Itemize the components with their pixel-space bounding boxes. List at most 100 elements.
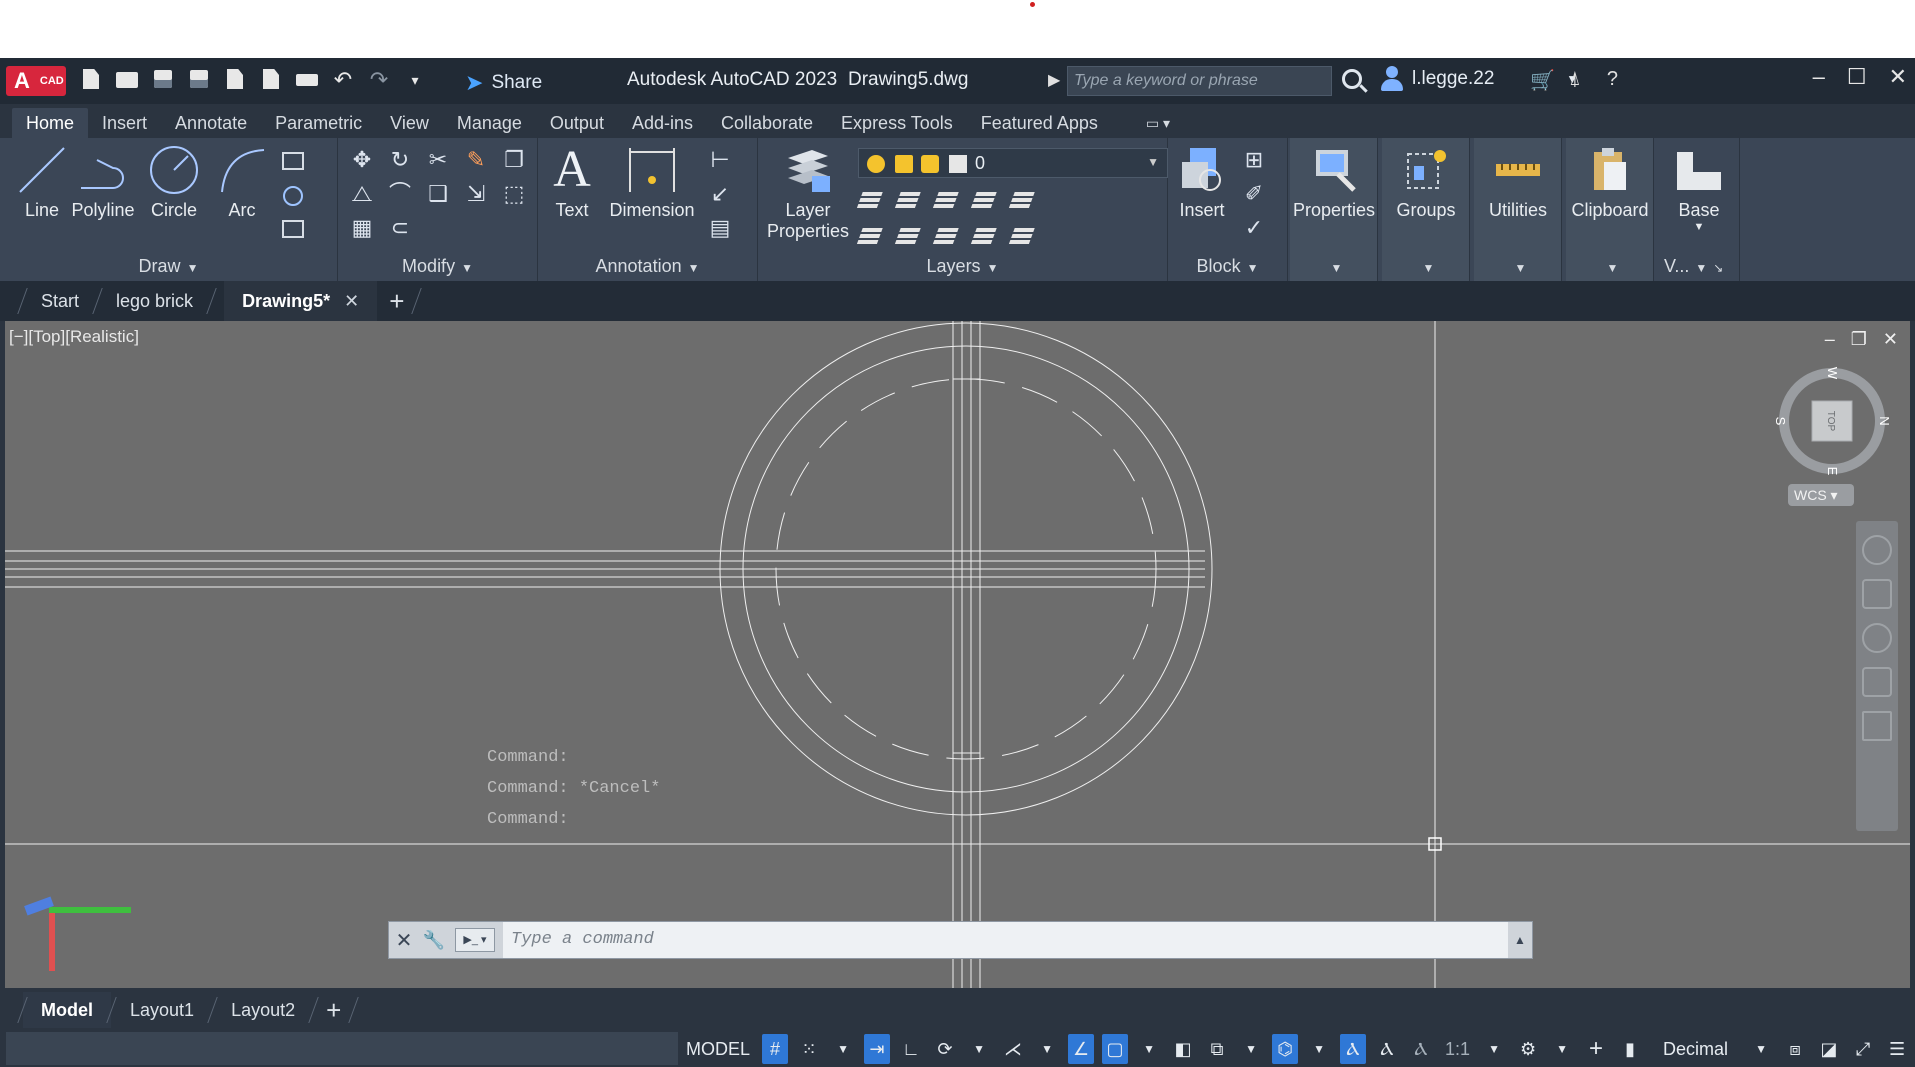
- transparency-icon[interactable]: ⧉: [1204, 1034, 1230, 1064]
- command-input[interactable]: Type a command: [503, 922, 1508, 958]
- properties-dropdown[interactable]: ▼: [1290, 256, 1377, 277]
- isodraft-icon[interactable]: ⋌: [1000, 1034, 1026, 1064]
- polyline-tool[interactable]: Polyline: [70, 144, 136, 221]
- circle-tool[interactable]: Circle: [144, 144, 204, 221]
- command-history-toggle-icon[interactable]: ▲: [1508, 933, 1532, 947]
- layer-properties-tool[interactable]: Layer Properties: [762, 144, 854, 242]
- tab-featured-apps[interactable]: Featured Apps: [967, 108, 1112, 138]
- chevron-down-icon[interactable]: ▼: [1662, 221, 1736, 233]
- help-search-input[interactable]: Type a keyword or phrase: [1067, 66, 1332, 96]
- units-value[interactable]: Decimal: [1651, 1034, 1740, 1064]
- 3d-osnap-icon[interactable]: ⌬: [1272, 1033, 1299, 1064]
- new-file-icon[interactable]: [78, 66, 104, 94]
- object-snap-icon[interactable]: ▢: [1102, 1033, 1129, 1064]
- zoom-extents-icon[interactable]: [1862, 623, 1892, 653]
- create-block-icon[interactable]: ⊞: [1240, 146, 1268, 174]
- app-logo[interactable]: A CAD: [6, 66, 66, 96]
- export-icon[interactable]: [258, 66, 284, 94]
- array-icon[interactable]: ▦: [348, 214, 376, 242]
- base-tool[interactable]: Base ▼: [1662, 144, 1736, 233]
- redo-icon[interactable]: ↷: [366, 66, 392, 94]
- command-customize-icon[interactable]: 🔧: [419, 930, 449, 951]
- units-icon[interactable]: ▮: [1617, 1034, 1643, 1064]
- trim-icon[interactable]: ✂: [424, 146, 452, 174]
- layer-unisolate-icon[interactable]: [896, 222, 924, 250]
- customize-qat-icon[interactable]: ▾: [402, 66, 428, 94]
- viewcube[interactable]: TOP W E N S: [1772, 361, 1892, 481]
- undo-icon[interactable]: ↶: [330, 66, 356, 94]
- modify-panel-title[interactable]: Modify ▼: [338, 256, 537, 277]
- move-icon[interactable]: ✥: [348, 146, 376, 174]
- dimension-tool[interactable]: Dimension: [606, 144, 698, 221]
- snap-icon[interactable]: ⁙: [796, 1034, 822, 1064]
- viewport-controls-label[interactable]: [−][Top][Realistic]: [9, 327, 139, 347]
- tab-output[interactable]: Output: [536, 108, 618, 138]
- save-as-icon[interactable]: [186, 66, 212, 94]
- showmotion-icon[interactable]: [1862, 711, 1892, 741]
- new-tab-button[interactable]: +: [377, 281, 416, 321]
- rotate-icon[interactable]: ↻: [386, 146, 414, 174]
- layer-thaw-icon[interactable]: [934, 222, 962, 250]
- close-icon[interactable]: ✕: [1889, 64, 1907, 90]
- layer-walk-icon[interactable]: [1010, 222, 1038, 250]
- layers-panel-title[interactable]: Layers ▼: [758, 256, 1167, 277]
- layer-off-icon[interactable]: [858, 186, 886, 214]
- open-folder-icon[interactable]: [114, 66, 140, 94]
- layer-on-all-icon[interactable]: [858, 222, 886, 250]
- clipboard-dropdown[interactable]: ▼: [1566, 256, 1653, 277]
- tab-parametric[interactable]: Parametric: [261, 108, 376, 138]
- viewport-close-icon[interactable]: ✕: [1883, 329, 1898, 350]
- layer-lock-tool-icon[interactable]: [972, 186, 1000, 214]
- object-snap-tracking-icon[interactable]: ∠: [1068, 1033, 1095, 1064]
- help-icon[interactable]: ?: [1607, 68, 1618, 93]
- steering-wheel-icon[interactable]: [1862, 535, 1892, 565]
- text-tool[interactable]: A Text: [544, 144, 600, 221]
- command-prompt-icon[interactable]: ▶_ ▾: [455, 928, 495, 952]
- draw-panel-title[interactable]: Draw ▼: [0, 256, 337, 277]
- annotation-scale-icon[interactable]: Ⲁ: [1408, 1034, 1434, 1064]
- transparency-dropdown-icon[interactable]: ▼: [1238, 1034, 1264, 1064]
- quick-properties-icon[interactable]: ⧈: [1782, 1034, 1808, 1064]
- save-icon[interactable]: [150, 66, 176, 94]
- layer-combo-dropdown[interactable]: 0 ▼: [858, 148, 1168, 178]
- explode-icon[interactable]: ❑: [424, 180, 452, 208]
- doc-tab-drawing5[interactable]: Drawing5* ✕: [224, 281, 378, 321]
- orbit-icon[interactable]: [1862, 667, 1892, 697]
- customization-menu-icon[interactable]: ☰: [1884, 1034, 1910, 1064]
- object-snap-dropdown-icon[interactable]: ▼: [1136, 1034, 1162, 1064]
- layout-tab-layout2[interactable]: Layout2: [213, 992, 313, 1028]
- line-tool[interactable]: Line: [14, 144, 70, 221]
- block-panel-title[interactable]: Block ▼: [1168, 256, 1287, 277]
- publish-icon[interactable]: [222, 66, 248, 94]
- isodraft-dropdown-icon[interactable]: ▼: [1034, 1034, 1060, 1064]
- arc-tool[interactable]: Arc: [214, 144, 270, 221]
- tab-manage[interactable]: Manage: [443, 108, 536, 138]
- edit-attributes-icon[interactable]: ✓: [1240, 214, 1268, 242]
- viewport-minimize-icon[interactable]: –: [1825, 329, 1835, 350]
- drawing-canvas[interactable]: [5, 321, 1910, 988]
- chevron-right-icon[interactable]: ▶: [1048, 70, 1060, 90]
- annotation-scale-value[interactable]: 1:1: [1442, 1034, 1473, 1064]
- tab-annotate[interactable]: Annotate: [161, 108, 261, 138]
- auto-scale-icon[interactable]: Ⲁ: [1374, 1034, 1400, 1064]
- utilities-tool[interactable]: Utilities: [1476, 144, 1560, 221]
- units-dropdown-icon[interactable]: ▼: [1748, 1034, 1774, 1064]
- layer-isolate-icon[interactable]: [896, 186, 924, 214]
- workspace-dropdown-icon[interactable]: ▼: [1549, 1034, 1575, 1064]
- layer-unlock-icon[interactable]: [972, 222, 1000, 250]
- polar-dropdown-icon[interactable]: ▼: [966, 1034, 992, 1064]
- minimize-icon[interactable]: –: [1813, 64, 1825, 90]
- copy-icon[interactable]: ❐: [500, 146, 528, 174]
- layout-tab-model[interactable]: Model: [23, 992, 111, 1028]
- view-panel-title[interactable]: V... ▼ ↘: [1658, 256, 1739, 277]
- linear-dim-icon[interactable]: ⊢: [706, 146, 734, 174]
- rectangle-icon[interactable]: [278, 146, 306, 174]
- autodesk-a360-icon[interactable]: ⍋: [1569, 68, 1581, 93]
- polar-icon[interactable]: ⟳: [932, 1034, 958, 1064]
- pan-icon[interactable]: [1862, 579, 1892, 609]
- layer-freeze-tool-icon[interactable]: [934, 186, 962, 214]
- ribbon-minimize-icon[interactable]: ▭ ▾: [1146, 108, 1170, 138]
- edit-block-icon[interactable]: ✐: [1240, 180, 1268, 208]
- wcs-menu[interactable]: WCS ▾: [1788, 484, 1854, 506]
- panel-launcher-icon[interactable]: ↘: [1713, 261, 1723, 275]
